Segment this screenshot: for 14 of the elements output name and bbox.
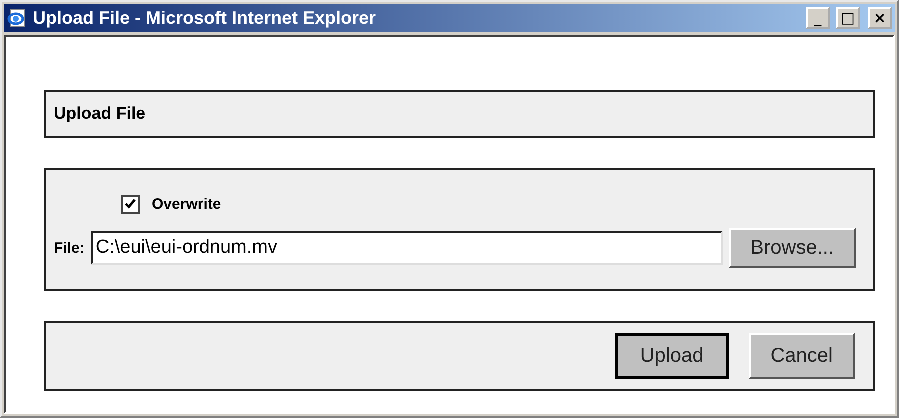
checkmark-icon xyxy=(124,198,137,211)
browse-button[interactable]: Browse... xyxy=(728,228,856,268)
close-button[interactable]: × xyxy=(868,7,892,29)
file-path-field[interactable]: C:\eui\eui-ordnum.mv xyxy=(90,231,723,265)
overwrite-label: Overwrite xyxy=(152,196,222,213)
window-title: Upload File - Microsoft Internet Explorer xyxy=(33,8,378,28)
overwrite-checkbox[interactable] xyxy=(121,195,140,214)
maximize-button[interactable]: □ xyxy=(836,7,860,29)
minimize-button[interactable]: _ xyxy=(806,7,830,29)
cancel-button[interactable]: Cancel xyxy=(748,333,855,379)
browser-icon xyxy=(7,8,27,28)
upload-button[interactable]: Upload xyxy=(615,333,729,379)
file-label: File: xyxy=(54,240,85,256)
panel-title: Upload File xyxy=(54,104,146,124)
